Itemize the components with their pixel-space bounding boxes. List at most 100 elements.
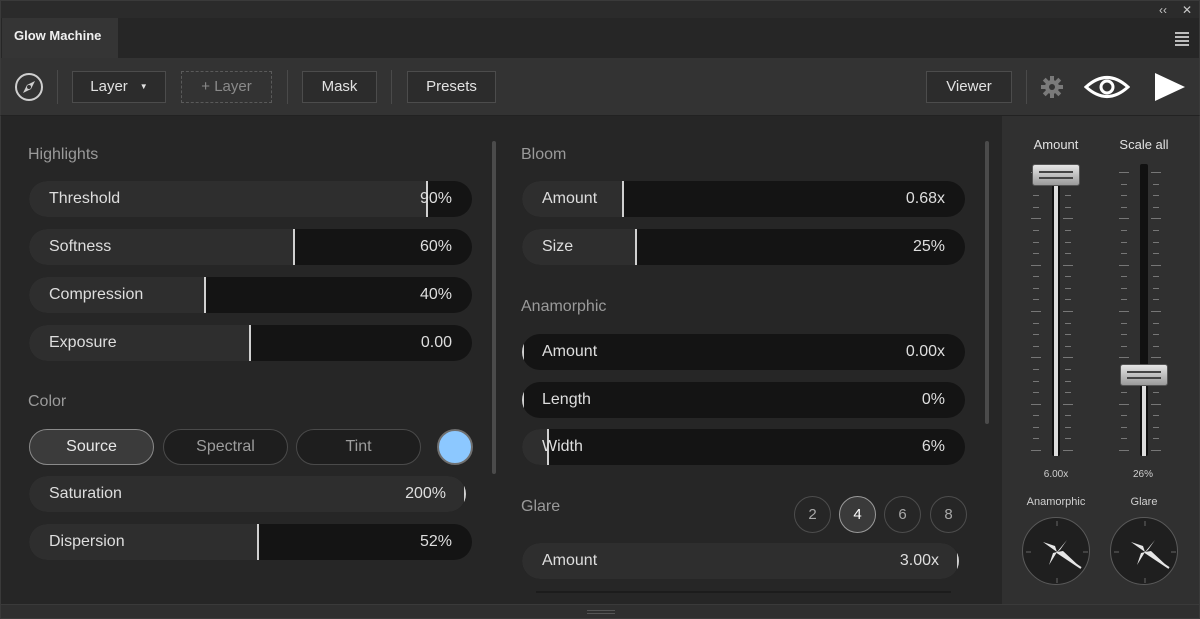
scale-all-fader[interactable] (1140, 164, 1148, 456)
gear-icon[interactable] (1040, 75, 1064, 99)
fader-tick (1033, 392, 1039, 393)
fader-tick (1119, 265, 1129, 266)
close-icon[interactable]: ✕ (1182, 3, 1192, 17)
bloom-amount-slider[interactable]: Amount 0.68x (522, 181, 965, 217)
bloom-size-slider[interactable]: Size 25% (522, 229, 965, 265)
fader-tick (1065, 334, 1071, 335)
glare-rotation-dial[interactable] (1110, 517, 1178, 585)
glare-count-8[interactable]: 8 (930, 496, 967, 533)
master-amount-thumb[interactable] (1032, 164, 1080, 186)
fader-tick (1065, 207, 1071, 208)
scale-all-value: 26% (1132, 469, 1153, 480)
bloom-title: Bloom (521, 146, 567, 163)
caret-down-icon: ▼ (139, 82, 148, 91)
fader-tick (1063, 450, 1073, 451)
play-icon[interactable] (1153, 72, 1187, 102)
slider-value: 25% (912, 238, 945, 255)
threshold-slider[interactable]: Threshold 90% (29, 181, 472, 217)
panel-tab-bar: Glow Machine (0, 18, 1200, 58)
fader-tick (1153, 184, 1159, 185)
fader-tick (1153, 253, 1159, 254)
resize-grip-icon[interactable] (587, 610, 615, 614)
fader-tick (1065, 415, 1071, 416)
fader-tick (1119, 357, 1129, 358)
fader-tick (1121, 323, 1127, 324)
presets-button[interactable]: Presets (407, 71, 496, 103)
color-mode-spectral[interactable]: Spectral (163, 429, 288, 465)
eye-icon[interactable] (1084, 72, 1130, 102)
fader-tick (1065, 288, 1071, 289)
glare-count-2[interactable]: 2 (794, 496, 831, 533)
fader-tick (1151, 218, 1161, 219)
fader-tick (1153, 276, 1159, 277)
color-swatch[interactable] (437, 429, 473, 465)
tab-glow-machine[interactable]: Glow Machine (2, 18, 118, 58)
compass-logo-icon[interactable] (14, 72, 44, 102)
slider-value: 0.68x (905, 190, 945, 207)
exposure-slider[interactable]: Exposure 0.00 (29, 325, 472, 361)
fader-tick (1033, 299, 1039, 300)
glare-count-4[interactable]: 4 (839, 496, 876, 533)
add-layer-button[interactable]: + Layer (181, 71, 272, 103)
viewer-button[interactable]: Viewer (926, 71, 1012, 103)
fader-tick (1153, 195, 1159, 196)
fader-tick (1151, 450, 1161, 451)
slider-value: 0.00x (905, 343, 945, 360)
fader-tick (1033, 288, 1039, 289)
fader-tick (1033, 230, 1039, 231)
fader-tick (1119, 311, 1129, 312)
fader-tick (1065, 253, 1071, 254)
fader-tick (1063, 357, 1073, 358)
panel-bottom-bar (0, 604, 1200, 619)
slider-label: Length (542, 391, 591, 408)
fader-tick (1151, 265, 1161, 266)
fader-tick (1033, 323, 1039, 324)
fader-tick (1153, 207, 1159, 208)
slider-value: 0% (921, 391, 945, 408)
slider-label: Amount (542, 343, 598, 360)
right-column-scrollbar[interactable] (985, 141, 989, 424)
slider-value: 52% (419, 533, 452, 550)
left-column-scrollbar[interactable] (492, 141, 496, 474)
slider-label: Softness (49, 238, 112, 255)
dispersion-slider[interactable]: Dispersion 52% (29, 524, 472, 560)
fader-tick (1151, 172, 1161, 173)
softness-slider[interactable]: Softness 60% (29, 229, 472, 265)
collapse-icon[interactable]: ‹‹ (1159, 3, 1167, 17)
fader-tick (1121, 184, 1127, 185)
slider-fill (522, 229, 637, 265)
anamorphic-rotation-dial[interactable] (1022, 517, 1090, 585)
mask-button[interactable]: Mask (302, 71, 377, 103)
master-amount-value: 6.00x (1043, 469, 1069, 480)
fader-tick (1121, 334, 1127, 335)
layer-dropdown[interactable]: Layer ▼ (72, 71, 166, 103)
highlights-title: Highlights (28, 146, 99, 163)
glare-amount-slider[interactable]: Amount 3.00x (522, 543, 959, 579)
master-panel: Amount Scale all 6.00x 26% Anamorphic Gl… (1002, 116, 1200, 604)
panel-menu-icon[interactable] (1175, 32, 1189, 48)
fader-tick (1031, 311, 1041, 312)
fader-tick (1121, 276, 1127, 277)
fader-tick (1121, 392, 1127, 393)
color-mode-source[interactable]: Source (29, 429, 154, 465)
color-title: Color (28, 393, 67, 410)
fader-tick (1153, 288, 1159, 289)
slider-value: 200% (405, 485, 446, 502)
anamorphic-width-slider[interactable]: Width 6% (522, 429, 965, 465)
compression-slider[interactable]: Compression 40% (29, 277, 472, 313)
color-mode-tint[interactable]: Tint (296, 429, 421, 465)
dial-star-icon (1026, 521, 1088, 583)
anamorphic-amount-slider[interactable]: Amount 0.00x (522, 334, 965, 370)
master-amount-fader[interactable] (1052, 164, 1060, 456)
saturation-slider[interactable]: Saturation 200% (29, 476, 466, 512)
fader-tick (1065, 438, 1071, 439)
slider-label: Exposure (49, 334, 117, 351)
fader-tick (1065, 242, 1071, 243)
fader-tick (1033, 438, 1039, 439)
anamorphic-length-slider[interactable]: Length 0% (522, 382, 965, 418)
slider-label: Size (542, 238, 574, 255)
anamorphic-title: Anamorphic (521, 298, 607, 315)
fader-tick (1033, 242, 1039, 243)
glare-count-6[interactable]: 6 (884, 496, 921, 533)
scale-all-thumb[interactable] (1120, 363, 1168, 386)
